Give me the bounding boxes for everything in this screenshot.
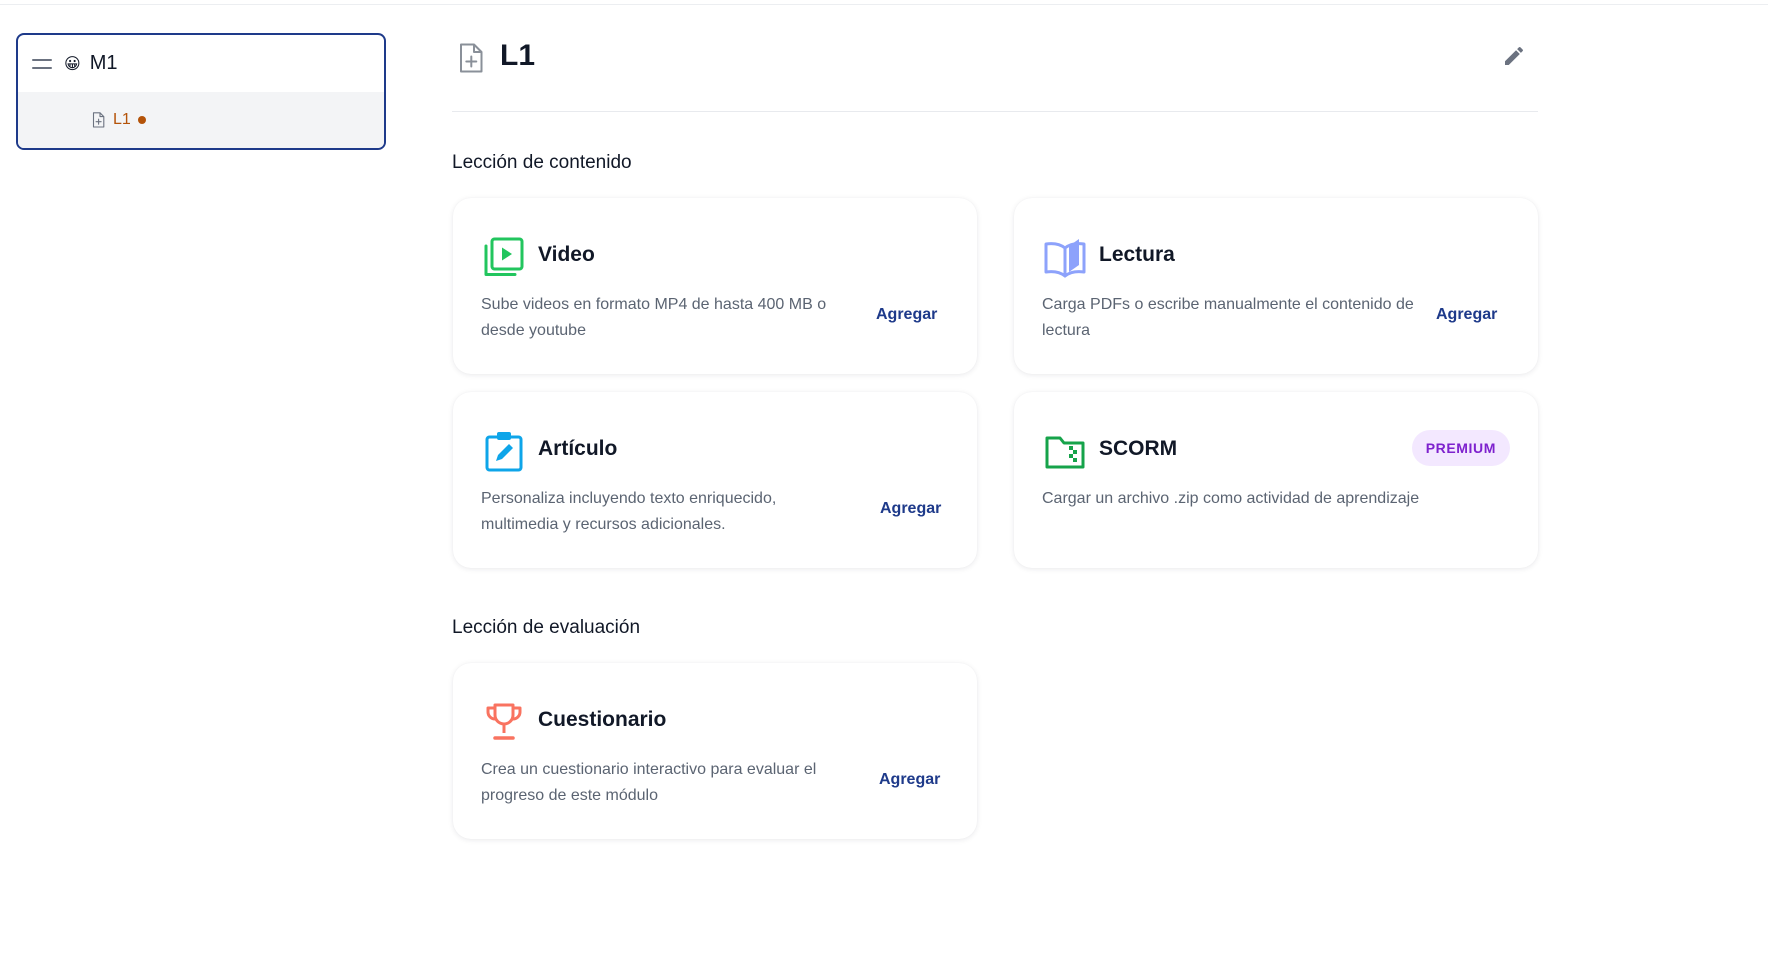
add-video-button[interactable]: Agregar xyxy=(876,306,937,324)
zip-folder-icon xyxy=(1045,436,1085,469)
status-dot xyxy=(137,116,146,124)
section-title-content: Lección de contenido xyxy=(452,152,632,173)
premium-badge: PREMIUM xyxy=(1411,430,1510,466)
card-description: Sube videos en formato MP4 de hasta 400 … xyxy=(481,296,827,339)
add-quiz-button[interactable]: Agregar xyxy=(879,771,940,789)
card-description: Cargar un archivo .zip como actividad de… xyxy=(1042,490,1420,507)
sidebar-item-label: L1 xyxy=(113,111,131,128)
drag-handle-icon[interactable] xyxy=(32,58,52,69)
card-title: Lectura xyxy=(1099,243,1175,266)
clipboard-edit-icon xyxy=(485,432,523,472)
top-divider xyxy=(0,4,1768,5)
add-reading-button[interactable]: Agregar xyxy=(1436,306,1497,324)
page-header: L1 xyxy=(452,30,1538,112)
section-title-evaluation: Lección de evaluación xyxy=(452,617,641,638)
trophy-icon xyxy=(486,703,522,740)
card-title: SCORM xyxy=(1099,437,1178,460)
quiz-card[interactable]: Cuestionario Crea un cuestionario intera… xyxy=(453,663,977,839)
reading-card[interactable]: Lectura Carga PDFs o escribe manualmente… xyxy=(1014,198,1538,374)
article-card[interactable]: Artículo Personaliza incluyendo texto en… xyxy=(453,392,977,568)
scorm-card[interactable]: SCORM PREMIUM Cargar un archivo .zip com… xyxy=(1014,392,1538,568)
card-description: Personaliza incluyendo texto enriquecido… xyxy=(481,490,777,533)
video-icon xyxy=(484,237,524,276)
module-title: M1 xyxy=(89,52,118,74)
video-card[interactable]: Video Sube videos en formato MP4 de hast… xyxy=(453,198,977,374)
add-article-button[interactable]: Agregar xyxy=(880,500,941,518)
module-header[interactable]: 😀 M1 xyxy=(18,35,384,92)
card-description: Crea un cuestionario interactivo para ev… xyxy=(481,761,817,804)
card-description: Carga PDFs o escribe manualmente el cont… xyxy=(1042,296,1414,339)
card-title: Cuestionario xyxy=(538,708,667,731)
book-icon xyxy=(1044,239,1086,278)
module-emoji: 😀 xyxy=(64,53,81,73)
page-title: L1 xyxy=(500,39,536,72)
card-title: Artículo xyxy=(538,437,618,460)
document-add-icon xyxy=(460,43,483,73)
edit-button[interactable] xyxy=(1500,42,1528,70)
card-title: Video xyxy=(538,243,595,266)
pencil-icon xyxy=(1505,46,1524,65)
module-card[interactable]: 😀 M1 L1 xyxy=(16,33,386,150)
sidebar-item-lesson[interactable]: L1 xyxy=(18,92,384,148)
document-add-icon xyxy=(92,112,105,128)
